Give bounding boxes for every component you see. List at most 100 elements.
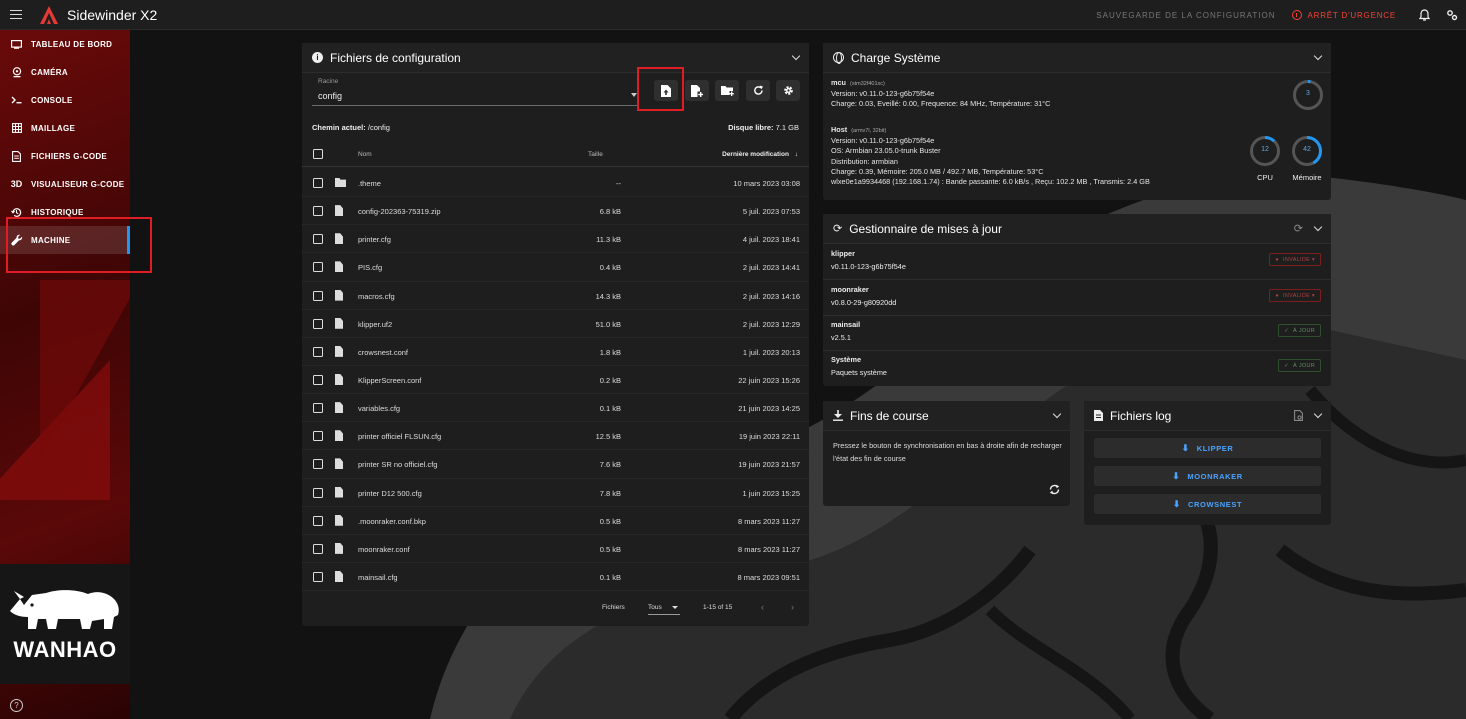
console-icon bbox=[10, 94, 23, 107]
file-size: 0.5 kB bbox=[599, 544, 621, 554]
row-checkbox[interactable] bbox=[313, 262, 323, 273]
status-badge[interactable]: ✓ À JOUR bbox=[1278, 359, 1321, 372]
table-row[interactable]: crowsnest.conf 1.8 kB 1 juil. 2023 20:13 bbox=[302, 338, 809, 366]
row-checkbox[interactable] bbox=[313, 374, 323, 385]
refresh-icon[interactable]: ⟳ bbox=[1294, 222, 1303, 235]
table-row[interactable]: config-202363-75319.zip 6.8 kB 5 juil. 202… bbox=[302, 197, 809, 226]
sidebar-item-gcode-files[interactable]: FICHIERS G-CODE bbox=[0, 142, 130, 170]
save-config-button[interactable]: SAUVEGARDE DE LA CONFIGURATION bbox=[1096, 11, 1275, 20]
download-moonraker-log-button[interactable]: ⬇ MOONRAKER bbox=[1094, 466, 1321, 486]
arrow-collapse-vertical-icon bbox=[833, 410, 843, 421]
update-item-version: v0.8.0-29-g80920dd bbox=[831, 298, 897, 307]
table-row[interactable]: KlipperScreen.conf 0.2 kB 22 juin 2023 15:… bbox=[302, 366, 809, 395]
table-row[interactable]: .moonraker.conf.bkp 0.5 kB 8 mars 2023 11:… bbox=[302, 507, 809, 535]
table-row[interactable]: klipper.uf2 51.0 kB 2 juil. 2023 12:29 bbox=[302, 310, 809, 338]
sidebar-item-console[interactable]: CONSOLE bbox=[0, 86, 130, 114]
rhino-logo-icon bbox=[10, 590, 119, 629]
chevron-down-icon[interactable] bbox=[791, 51, 801, 61]
panel-title: Charge Système bbox=[851, 50, 941, 65]
file-icon bbox=[335, 261, 343, 273]
chevron-down-icon[interactable] bbox=[1052, 409, 1062, 419]
previous-page-button[interactable]: ‹ bbox=[761, 602, 764, 612]
chevron-down-icon[interactable] bbox=[1313, 51, 1323, 61]
create-folder-button[interactable] bbox=[715, 80, 739, 101]
row-checkbox[interactable] bbox=[313, 571, 323, 582]
file-name: klipper.uf2 bbox=[358, 319, 393, 329]
table-row[interactable]: moonraker.conf 0.5 kB 8 mars 2023 11:27 bbox=[302, 535, 809, 563]
sidebar-item-camera[interactable]: CAMÉRA bbox=[0, 58, 130, 86]
rows-per-page-select[interactable]: Tous bbox=[648, 604, 680, 615]
hamburger-icon bbox=[10, 13, 22, 16]
table-row[interactable]: .theme -- 10 mars 2023 03:08 bbox=[302, 169, 809, 198]
column-size[interactable]: Taille bbox=[588, 151, 603, 158]
row-checkbox[interactable] bbox=[313, 515, 323, 526]
sync-button[interactable] bbox=[1049, 484, 1060, 498]
row-checkbox[interactable] bbox=[313, 459, 323, 470]
emergency-stop-button[interactable]: ARRÊT D'URGENCE bbox=[1291, 10, 1397, 20]
table-row[interactable]: macros.cfg 14.3 kB 2 juil. 2023 14:16 bbox=[302, 282, 809, 310]
sidebar-item-gcode-viewer[interactable]: 3D VISUALISEUR G-CODE bbox=[0, 170, 130, 198]
column-name[interactable]: Nom bbox=[358, 151, 372, 158]
help-icon[interactable]: ? bbox=[10, 699, 23, 712]
chevron-down-icon[interactable] bbox=[1313, 222, 1323, 232]
file-settings-button[interactable] bbox=[776, 80, 800, 101]
root-select[interactable]: Racine config bbox=[312, 76, 637, 106]
sidebar-item-history[interactable]: HISTORIQUE bbox=[0, 198, 130, 226]
row-checkbox[interactable] bbox=[313, 543, 323, 554]
table-row[interactable]: mainsail.cfg 0.1 kB 8 mars 2023 09:51 bbox=[302, 563, 809, 592]
notifications-button[interactable] bbox=[1410, 0, 1438, 30]
file-icon bbox=[335, 373, 343, 385]
row-checkbox[interactable] bbox=[313, 431, 323, 442]
status-badge[interactable]: ● INVALIDE ▾ bbox=[1269, 289, 1321, 302]
file-modified: 21 juin 2023 14:25 bbox=[738, 404, 800, 414]
table-row[interactable]: variables.cfg 0.1 kB 21 juin 2023 14:25 bbox=[302, 394, 809, 423]
row-checkbox[interactable] bbox=[313, 487, 323, 498]
current-path: /config bbox=[367, 123, 390, 132]
refresh-button[interactable] bbox=[746, 80, 770, 101]
table-row[interactable]: printer.cfg 11.3 kB 4 juil. 2023 18:41 bbox=[302, 225, 809, 254]
column-modified[interactable]: Dernière modification ↓ bbox=[722, 151, 798, 158]
sidebar-item-machine[interactable]: MACHINE bbox=[0, 226, 130, 254]
row-checkbox[interactable] bbox=[313, 234, 323, 245]
table-row[interactable]: PIS.cfg 0.4 kB 2 juil. 2023 14:41 bbox=[302, 253, 809, 282]
mcu-version: Version: v0.11.0-123-g6b75f54e bbox=[831, 89, 935, 99]
sidebar-item-mesh[interactable]: MAILLAGE bbox=[0, 114, 130, 142]
table-row[interactable]: printer D12 500.cfg 7.8 kB 1 juin 2023 15:… bbox=[302, 479, 809, 507]
sidebar-item-dashboard[interactable]: TABLEAU DE BORD bbox=[0, 30, 130, 58]
rows-per-page-label: Fichiers bbox=[602, 604, 625, 611]
file-list: .theme -- 10 mars 2023 03:08 config-202363-… bbox=[302, 169, 809, 592]
caret-down-icon bbox=[631, 93, 637, 97]
sidebar-item-label: CONSOLE bbox=[31, 95, 73, 105]
file-icon bbox=[335, 514, 343, 526]
download-klipper-log-button[interactable]: ⬇ KLIPPER bbox=[1094, 438, 1321, 458]
table-row[interactable]: printer officiel FLSUN.cfg 12.5 kB 19 juin… bbox=[302, 422, 809, 451]
file-cog-icon[interactable] bbox=[1294, 410, 1303, 421]
file-size: -- bbox=[616, 179, 621, 188]
select-all-checkbox[interactable] bbox=[313, 149, 323, 159]
row-checkbox[interactable] bbox=[313, 346, 323, 357]
file-icon bbox=[335, 570, 343, 582]
status-badge[interactable]: ● INVALIDE ▾ bbox=[1269, 253, 1321, 266]
upload-file-button[interactable] bbox=[654, 80, 678, 101]
file-name: printer.cfg bbox=[358, 235, 391, 245]
sidebar-item-label: MAILLAGE bbox=[31, 123, 76, 133]
file-modified: 1 juin 2023 15:25 bbox=[742, 488, 800, 498]
table-row[interactable]: printer SR no officiel.cfg 7.6 kB 19 juin … bbox=[302, 450, 809, 479]
row-checkbox[interactable] bbox=[313, 206, 323, 217]
update-item-name: moonraker bbox=[831, 285, 869, 294]
panel-header: Fichiers log bbox=[1084, 401, 1331, 431]
next-page-button[interactable]: › bbox=[791, 602, 794, 612]
file-icon bbox=[335, 486, 343, 498]
settings-button[interactable] bbox=[1438, 0, 1466, 30]
status-badge[interactable]: ✓ À JOUR bbox=[1278, 324, 1321, 337]
update-icon: ⟳ bbox=[833, 223, 843, 235]
download-crowsnest-log-button[interactable]: ⬇ CROWSNEST bbox=[1094, 494, 1321, 514]
create-file-button[interactable] bbox=[685, 80, 709, 101]
row-checkbox[interactable] bbox=[313, 290, 323, 301]
row-checkbox[interactable] bbox=[313, 403, 323, 414]
chevron-down-icon[interactable] bbox=[1313, 409, 1323, 419]
file-name: macros.cfg bbox=[358, 291, 395, 301]
row-checkbox[interactable] bbox=[313, 318, 323, 329]
menu-toggle-button[interactable] bbox=[0, 0, 32, 30]
row-checkbox[interactable] bbox=[313, 178, 323, 188]
